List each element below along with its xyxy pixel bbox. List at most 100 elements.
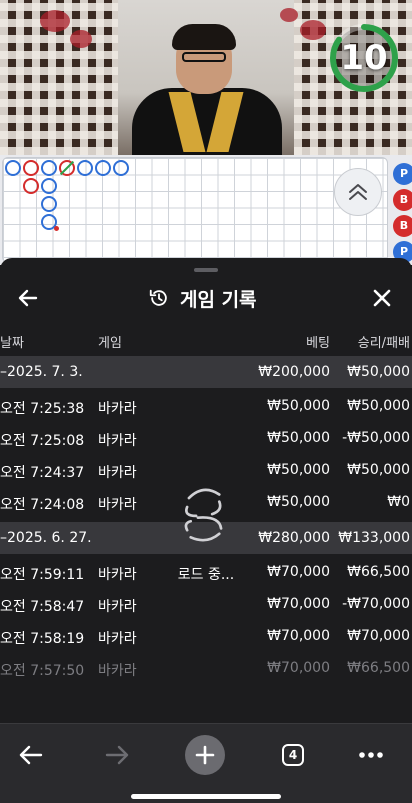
row-bet: ₩50,000 <box>267 462 330 478</box>
new-tab-circle <box>185 735 225 775</box>
close-button[interactable] <box>364 280 400 316</box>
column-bet: 베팅 <box>306 336 330 351</box>
bead-player <box>41 178 57 194</box>
sheet-title-group: 게임 기록 <box>148 282 257 314</box>
group-date: –2025. 6. 27. <box>0 530 92 546</box>
game-history-sheet: 게임 기록 날짜 게임 베팅 승리/패배 –2025. 7. 3. ₩200,0… <box>0 258 412 723</box>
arrow-left-icon <box>19 745 43 765</box>
row-result: ₩50,000 <box>347 398 410 414</box>
bead-player <box>113 160 129 176</box>
row-time: 오전 7:58:47 <box>0 599 85 615</box>
dealer-body <box>132 88 282 155</box>
bead-banker <box>23 160 39 176</box>
countdown-number: 10 <box>340 38 388 78</box>
table-row[interactable]: 오전 7:58:19 바카라 ₩70,000 ₩70,000 <box>0 620 412 652</box>
row-time: 오전 7:25:08 <box>0 433 85 449</box>
bead-player <box>95 160 111 176</box>
row-result: ₩70,000 <box>347 628 410 644</box>
row-bet: ₩50,000 <box>267 430 330 446</box>
row-time: 오전 7:59:11 <box>0 567 85 583</box>
browser-forward-button[interactable] <box>96 734 138 776</box>
row-bet: ₩70,000 <box>267 564 330 580</box>
row-game: 바카라 <box>98 401 137 417</box>
row-bet: ₩70,000 <box>267 596 330 612</box>
blossom-decoration <box>70 30 92 48</box>
more-menu-button[interactable] <box>350 734 392 776</box>
more-horizontal-icon <box>359 752 383 758</box>
table-row[interactable]: 오전 7:25:38 바카라 ₩50,000 ₩50,000 <box>0 390 412 422</box>
row-result: -₩50,000 <box>342 430 410 446</box>
row-bet: ₩70,000 <box>267 628 330 644</box>
arrow-right-icon <box>105 745 129 765</box>
date-group-row[interactable]: –2025. 7. 3. ₩200,000 ₩50,000 <box>0 356 412 388</box>
row-result: ₩50,000 <box>347 462 410 478</box>
row-time: 오전 7:24:37 <box>0 465 85 481</box>
live-dealer-video: 10 <box>0 0 412 155</box>
group-result-total: ₩50,000 <box>347 364 410 380</box>
row-game: 바카라 <box>98 465 137 481</box>
blossom-decoration <box>280 8 298 22</box>
row-game: 바카라 <box>98 599 137 615</box>
row-time: 오전 7:24:08 <box>0 497 85 513</box>
dealer-hair <box>172 24 236 50</box>
arrow-left-icon <box>18 289 38 307</box>
road-toggle-button[interactable] <box>334 168 382 216</box>
bead-banker <box>23 178 39 194</box>
sheet-title: 게임 기록 <box>180 288 257 311</box>
loading-text: 로드 중... <box>177 567 235 583</box>
row-game: 바카라 <box>98 663 137 679</box>
bead-player <box>77 160 93 176</box>
chip-player[interactable]: P <box>393 163 412 185</box>
bead-player <box>5 160 21 176</box>
plus-icon <box>195 745 215 765</box>
browser-toolbar: 4 <box>0 723 412 803</box>
loading-spinner-icon <box>184 488 223 542</box>
row-game: 바카라 <box>98 497 137 513</box>
sheet-header: 게임 기록 <box>0 276 412 320</box>
dealer-glasses <box>182 52 226 62</box>
row-game: 바카라 <box>98 567 137 583</box>
row-bet: ₩70,000 <box>267 660 330 676</box>
prediction-chips: P B B P <box>391 157 412 265</box>
tab-count: 4 <box>282 744 304 766</box>
column-result: 승리/패배 <box>357 336 410 351</box>
close-icon <box>373 289 391 307</box>
sheet-grabber[interactable] <box>194 268 218 272</box>
tab-switcher-button[interactable]: 4 <box>272 734 314 776</box>
back-button[interactable] <box>10 280 46 316</box>
group-bet-total: ₩280,000 <box>258 530 330 546</box>
group-date: –2025. 7. 3. <box>0 364 83 380</box>
pair-dot <box>54 226 59 231</box>
row-result: ₩0 <box>387 494 410 510</box>
row-game: 바카라 <box>98 631 137 647</box>
row-result: ₩66,500 <box>347 564 410 580</box>
history-icon <box>149 289 167 306</box>
group-bet-total: ₩200,000 <box>258 364 330 380</box>
bead-road-grid <box>2 157 388 263</box>
group-result-total: ₩133,000 <box>338 530 410 546</box>
bead-player <box>41 160 57 176</box>
column-game: 게임 <box>98 336 122 351</box>
row-time: 오전 7:57:50 <box>0 663 85 679</box>
chip-banker[interactable]: B <box>393 215 412 237</box>
row-bet: ₩50,000 <box>267 398 330 414</box>
row-result: -₩70,000 <box>342 596 410 612</box>
table-row[interactable]: 오전 7:58:47 바카라 ₩70,000 -₩70,000 <box>0 588 412 620</box>
row-time: 오전 7:58:19 <box>0 631 85 647</box>
bead-player <box>41 196 57 212</box>
table-header: 날짜 게임 베팅 승리/패배 <box>0 328 412 352</box>
chip-banker[interactable]: B <box>393 189 412 211</box>
row-result: ₩66,500 <box>347 660 410 676</box>
blossom-decoration <box>40 10 70 32</box>
table-row[interactable]: 오전 7:57:50 바카라 ₩70,000 ₩66,500 <box>0 652 412 684</box>
new-tab-button[interactable] <box>184 734 226 776</box>
row-bet: ₩50,000 <box>267 494 330 510</box>
row-time: 오전 7:25:38 <box>0 401 85 417</box>
browser-back-button[interactable] <box>10 734 52 776</box>
table-row[interactable]: 오전 7:24:37 바카라 ₩50,000 ₩50,000 <box>0 454 412 486</box>
table-row[interactable]: 오전 7:25:08 바카라 ₩50,000 -₩50,000 <box>0 422 412 454</box>
column-date: 날짜 <box>0 336 24 351</box>
blossom-decoration <box>300 20 326 40</box>
row-game: 바카라 <box>98 433 137 449</box>
home-indicator[interactable] <box>131 794 281 799</box>
